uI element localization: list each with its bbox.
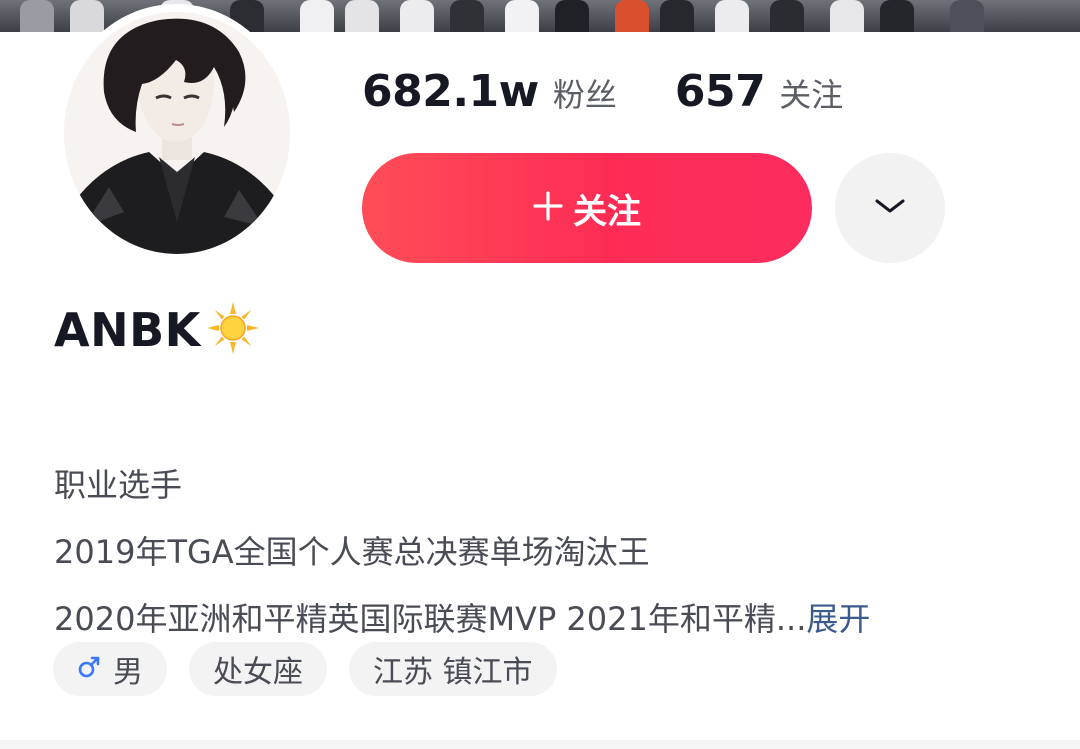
banner-figure bbox=[70, 0, 104, 32]
zodiac-tag: 处女座 bbox=[189, 642, 327, 696]
male-icon bbox=[77, 652, 101, 687]
banner-figure bbox=[880, 0, 914, 32]
gender-tag: 男 bbox=[53, 642, 167, 696]
gender-label: 男 bbox=[113, 655, 143, 690]
location-label: 江苏 镇江市 bbox=[373, 655, 533, 690]
profile-bio: 职业选手 2019年TGA全国个人赛总决赛单场淘汰王 2020年亚洲和平精英国际… bbox=[54, 452, 1054, 653]
banner-figure bbox=[950, 0, 984, 32]
avatar-illustration bbox=[64, 12, 290, 254]
banner-figure bbox=[660, 0, 694, 32]
chevron-down-icon bbox=[874, 197, 906, 219]
plus-icon bbox=[533, 188, 563, 228]
profile-tags: 男 处女座 江苏 镇江市 bbox=[53, 642, 557, 696]
sun-emoji-icon bbox=[205, 300, 261, 360]
banner-figure bbox=[505, 0, 539, 32]
banner-figure bbox=[300, 0, 334, 32]
avatar[interactable] bbox=[64, 12, 290, 254]
following-label[interactable]: 关注 bbox=[779, 70, 843, 116]
bio-line: 职业选手 bbox=[54, 466, 183, 504]
nickname: ANBK bbox=[54, 303, 201, 357]
zodiac-label: 处女座 bbox=[213, 655, 303, 690]
profile-name-row: ANBK bbox=[54, 298, 261, 362]
follow-button-label: 关注 bbox=[573, 191, 641, 232]
banner-figure bbox=[830, 0, 864, 32]
bio-line: 2019年TGA全国个人赛总决赛单场淘汰王 bbox=[54, 533, 650, 571]
bio-line-text: 2020年亚洲和平精英国际联赛MVP 2021年和平精 bbox=[54, 600, 776, 638]
section-divider bbox=[0, 740, 1080, 749]
bio-ellipsis: ... bbox=[775, 600, 807, 638]
profile-stats: 682.1w 粉丝 657 关注 bbox=[362, 66, 843, 126]
more-options-button[interactable] bbox=[835, 153, 945, 263]
banner-figure bbox=[20, 0, 54, 32]
banner-figure bbox=[555, 0, 589, 32]
location-tag: 江苏 镇江市 bbox=[349, 642, 557, 696]
banner-figure bbox=[450, 0, 484, 32]
banner-figure bbox=[770, 0, 804, 32]
banner-figure bbox=[345, 0, 379, 32]
banner-figure bbox=[715, 0, 749, 32]
followers-count[interactable]: 682.1w bbox=[362, 66, 539, 117]
banner-figure bbox=[615, 0, 649, 32]
following-count[interactable]: 657 bbox=[675, 66, 766, 117]
expand-bio-link[interactable]: 展开 bbox=[806, 600, 870, 638]
followers-label[interactable]: 粉丝 bbox=[553, 70, 617, 116]
banner-figure bbox=[400, 0, 434, 32]
follow-button[interactable]: 关注 bbox=[362, 153, 812, 263]
